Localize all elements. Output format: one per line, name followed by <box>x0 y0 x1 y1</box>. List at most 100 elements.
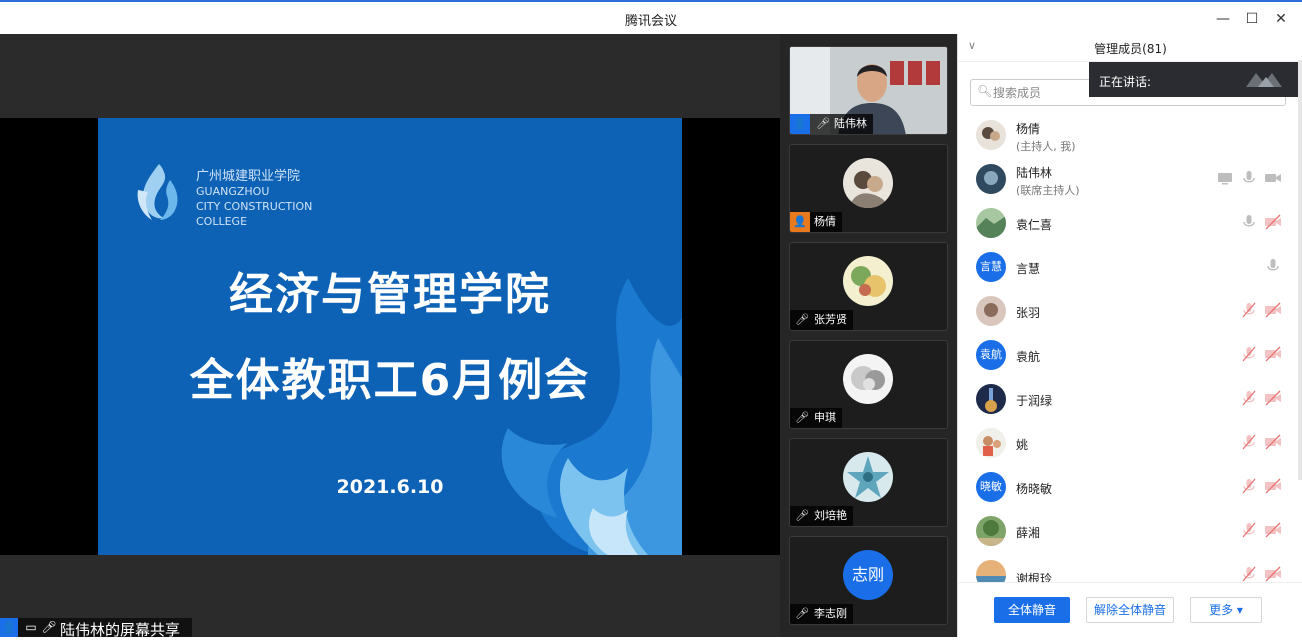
college-name-en: GUANGZHOU CITY CONSTRUCTION COLLEGE <box>196 185 313 228</box>
member-avatar <box>976 208 1006 238</box>
video-tile[interactable]: 志刚 🎤︎ 李志刚 <box>789 536 948 625</box>
maximize-icon[interactable]: ☐ <box>1243 10 1261 28</box>
member-role: (主持人, 我) <box>1016 140 1076 153</box>
member-name: 杨晓敏 <box>1016 482 1053 496</box>
unmute-all-button[interactable]: 解除全体静音 <box>1086 597 1174 623</box>
title-bar: 腾讯会议 — ☐ ✕ <box>0 0 1302 34</box>
mic-muted-icon: 🎤︎ <box>795 313 809 326</box>
participant-name-tag: 🎤︎ 刘培艳 <box>790 506 853 526</box>
mic-icon[interactable] <box>1240 169 1258 187</box>
user-icon: 👤 <box>0 618 18 637</box>
camera-off-icon[interactable] <box>1264 213 1282 231</box>
mic-muted-icon[interactable] <box>1240 301 1258 319</box>
camera-off-icon[interactable] <box>1264 477 1282 495</box>
member-row[interactable]: 晓敏 杨晓敏 <box>958 466 1302 510</box>
panel-title: 管理成员(81) <box>1094 42 1167 56</box>
member-name: 袁仁喜 <box>1016 218 1053 232</box>
minimize-icon[interactable]: — <box>1214 10 1232 28</box>
member-row[interactable]: 于润绿 <box>958 378 1302 422</box>
user-icon: 👤 <box>790 212 810 232</box>
mic-muted-icon[interactable] <box>1240 389 1258 407</box>
member-name: 姚 <box>1016 438 1029 452</box>
speaking-indicator: 正在讲话: <box>1089 62 1302 97</box>
video-tile[interactable]: 🎤︎ 刘培艳 <box>789 438 948 527</box>
panel-header: ∨ 管理成员(81) <box>958 34 1302 62</box>
more-button[interactable]: 更多 ▾ <box>1190 597 1262 623</box>
screen-share-icon[interactable] <box>1216 169 1234 187</box>
participant-name-tag: 👤 🎤︎ 陆伟林 <box>790 114 873 134</box>
panel-footer: 全体静音 解除全体静音 更多 ▾ <box>958 582 1302 637</box>
member-row[interactable]: 袁航 袁航 <box>958 334 1302 378</box>
video-tile[interactable]: 👤 🎤︎ 陆伟林 <box>789 46 948 135</box>
mic-muted-icon[interactable] <box>1240 565 1258 582</box>
member-avatar <box>976 516 1006 546</box>
member-row[interactable]: 姚 <box>958 422 1302 466</box>
camera-off-icon[interactable] <box>1264 301 1282 319</box>
mic-icon[interactable] <box>1240 213 1258 231</box>
speaking-label: 正在讲话: <box>1099 75 1152 89</box>
members-panel: ∨ 管理成员(81) 🔍︎ 杨倩 (主持人, 我) 陆伟林 (联席主持人) <box>957 34 1302 637</box>
scrollbar[interactable] <box>1298 60 1302 480</box>
mic-muted-icon: 🎤︎ <box>795 411 809 424</box>
search-icon: 🔍︎ <box>977 84 993 98</box>
mic-muted-icon[interactable] <box>1240 477 1258 495</box>
camera-icon[interactable] <box>1264 169 1282 187</box>
member-avatar <box>976 384 1006 414</box>
screen-share-stage[interactable]: 广州城建职业学院 GUANGZHOU CITY CONSTRUCTION COL… <box>0 34 780 637</box>
participant-avatar <box>843 452 893 502</box>
video-tile[interactable]: 🎤︎ 申琪 <box>789 340 948 429</box>
video-tile[interactable]: 🎤︎ 张芳贤 <box>789 242 948 331</box>
member-avatar: 晓敏 <box>976 472 1006 502</box>
mic-icon: 🎤︎ <box>816 117 830 130</box>
mic-muted-icon: 🎤︎ <box>795 607 809 620</box>
mic-muted-icon: 🎤︎ <box>795 509 809 522</box>
user-icon: 👤 <box>790 114 810 134</box>
screen-share-icon: ▭ <box>25 620 37 634</box>
member-name: 于润绿 <box>1016 394 1053 408</box>
mic-icon: 🎤︎ <box>41 620 57 634</box>
participant-avatar: 志刚 <box>843 550 893 600</box>
member-row[interactable]: 言慧 言慧 <box>958 246 1302 290</box>
member-name: 陆伟林 <box>1016 166 1053 180</box>
member-name: 言慧 <box>1016 262 1041 276</box>
mute-all-button[interactable]: 全体静音 <box>994 597 1070 623</box>
close-icon[interactable]: ✕ <box>1272 10 1290 28</box>
member-row[interactable]: 袁仁喜 <box>958 202 1302 246</box>
member-row[interactable]: 杨倩 (主持人, 我) <box>958 114 1302 158</box>
mic-muted-icon[interactable] <box>1240 345 1258 363</box>
member-row[interactable]: 谢根玲 <box>958 554 1302 582</box>
participant-name-tag: 🎤︎ 申琪 <box>790 408 842 428</box>
member-avatar: 袁航 <box>976 340 1006 370</box>
member-row[interactable]: 张羽 <box>958 290 1302 334</box>
mic-muted-icon[interactable] <box>1240 521 1258 539</box>
window-title: 腾讯会议 <box>624 14 677 29</box>
member-name: 薛湘 <box>1016 526 1041 540</box>
mic-muted-icon[interactable] <box>1240 433 1258 451</box>
member-avatar <box>976 560 1006 582</box>
tencent-meeting-logo-icon <box>1246 73 1282 87</box>
college-name-cn: 广州城建职业学院 <box>196 169 301 184</box>
participant-avatar <box>843 354 893 404</box>
participant-avatar <box>843 256 893 306</box>
camera-off-icon[interactable] <box>1264 433 1282 451</box>
flame-decoration <box>501 278 682 555</box>
member-row[interactable]: 薛湘 <box>958 510 1302 554</box>
video-thumbnails: 👤 🎤︎ 陆伟林 👤 杨倩 🎤︎ 张芳贤 🎤︎ 申琪 🎤︎ 刘培艳 志刚 🎤︎ … <box>780 34 957 637</box>
member-avatar <box>976 164 1006 194</box>
video-tile[interactable]: 👤 杨倩 <box>789 144 948 233</box>
shared-slide: 广州城建职业学院 GUANGZHOU CITY CONSTRUCTION COL… <box>98 118 682 555</box>
camera-off-icon[interactable] <box>1264 565 1282 582</box>
member-row[interactable]: 陆伟林 (联席主持人) <box>958 158 1302 202</box>
camera-off-icon[interactable] <box>1264 389 1282 407</box>
member-role: (联席主持人) <box>1016 184 1080 197</box>
college-logo-icon <box>137 164 178 220</box>
participant-name-tag: 🎤︎ 张芳贤 <box>790 310 853 330</box>
member-name: 袁航 <box>1016 350 1041 364</box>
mic-icon[interactable] <box>1264 257 1282 275</box>
camera-off-icon[interactable] <box>1264 521 1282 539</box>
member-name: 谢根玲 <box>1016 572 1053 582</box>
member-name: 杨倩 <box>1016 122 1041 136</box>
camera-off-icon[interactable] <box>1264 345 1282 363</box>
member-list: 杨倩 (主持人, 我) 陆伟林 (联席主持人) 袁仁喜 言慧 言慧 张羽 袁航 … <box>958 114 1302 582</box>
member-avatar: 言慧 <box>976 252 1006 282</box>
